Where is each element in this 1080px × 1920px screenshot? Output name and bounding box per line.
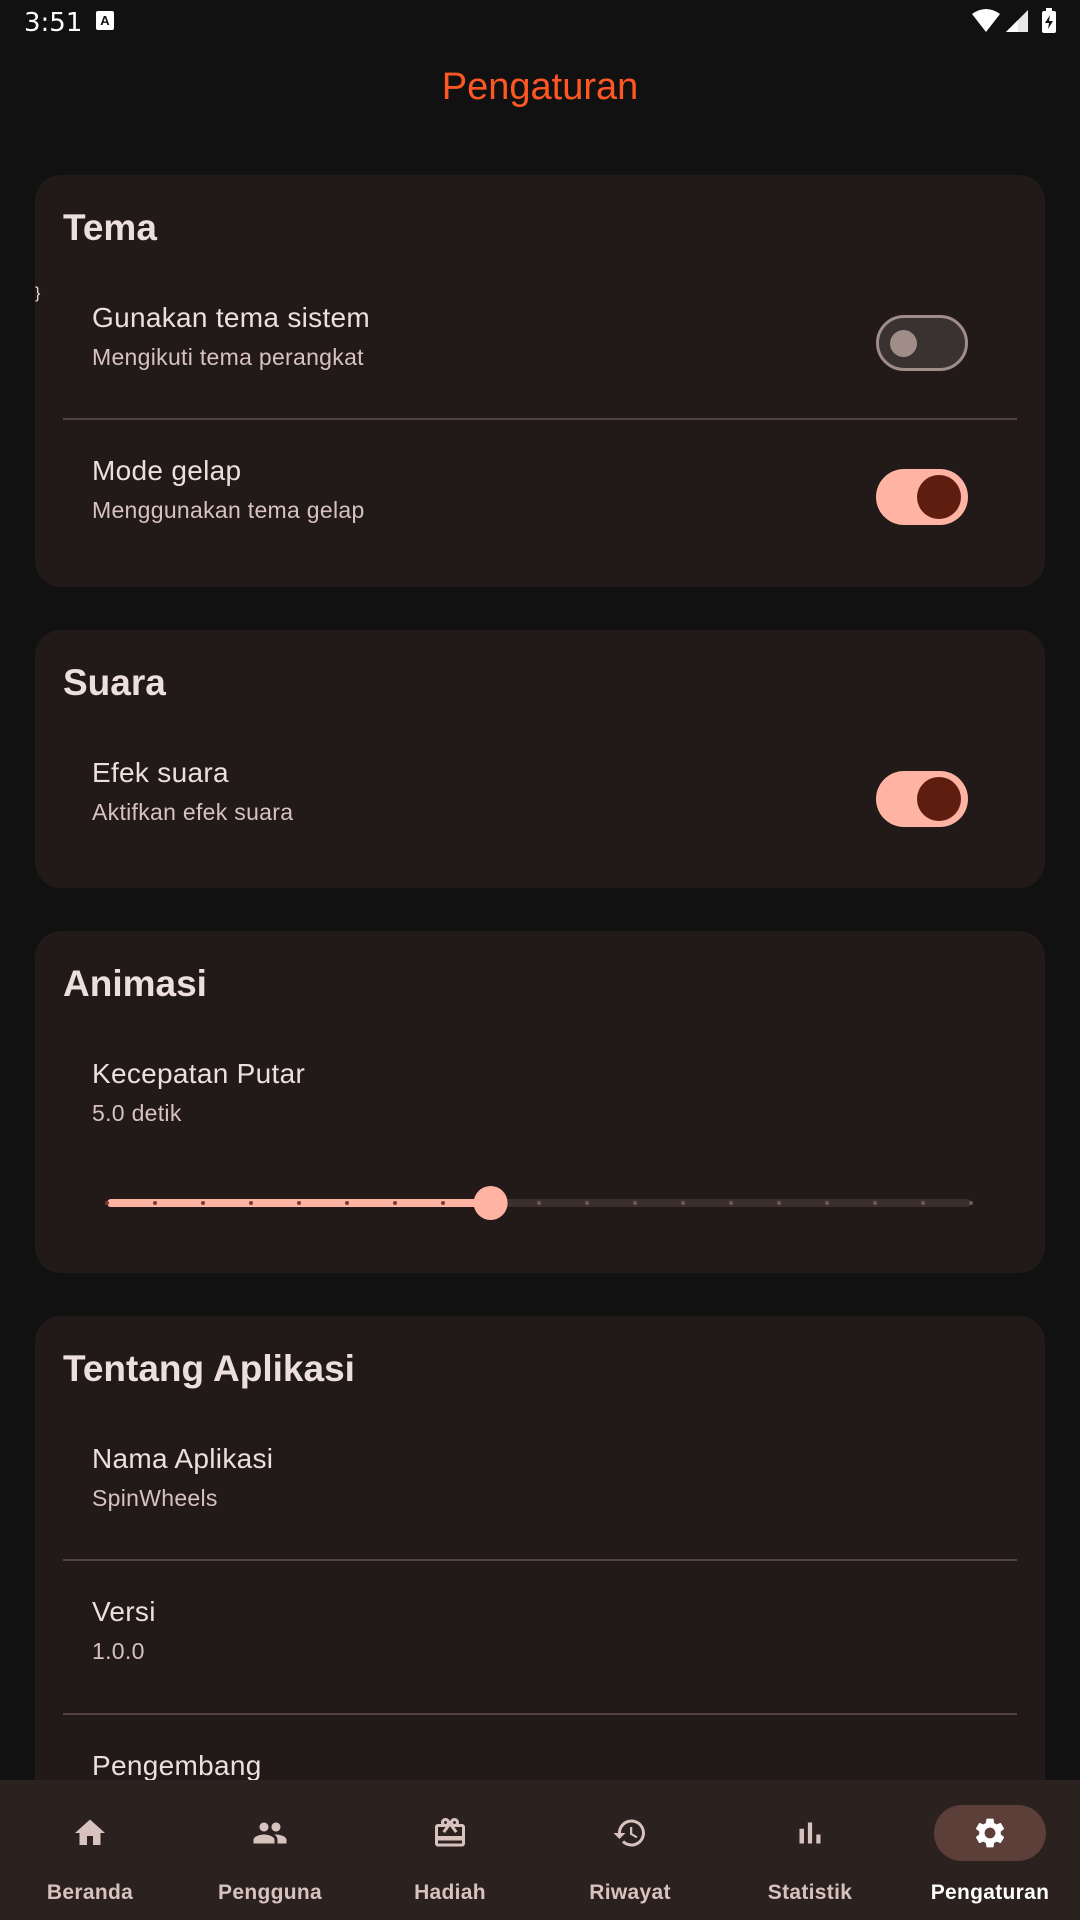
animation-section-title: Animasi (63, 963, 207, 1004)
tile-title: Gunakan tema sistem (92, 302, 371, 333)
tile-subtitle: 5.0 detik (92, 1100, 182, 1126)
sound-effect-tile[interactable]: Efek suara Aktifkan efek suara (35, 740, 1045, 860)
slider-tick (873, 1201, 877, 1205)
history-icon (613, 1819, 645, 1847)
nav-pengguna[interactable]: Pengguna (180, 1780, 360, 1920)
dark-mode-switch[interactable] (876, 469, 968, 525)
divider (63, 1713, 1017, 1715)
app-name-tile: Nama Aplikasi SpinWheels (35, 1426, 1045, 1546)
nav-label: Beranda (46, 1881, 134, 1904)
divider (63, 418, 1017, 420)
theme-section-title: Tema (63, 207, 157, 248)
slider-tick (585, 1201, 589, 1205)
nav-pengaturan[interactable]: Pengaturan (900, 1780, 1080, 1920)
spin-speed-tile: Kecepatan Putar 5.0 detik (35, 1041, 1045, 1151)
switch-knob (917, 475, 961, 519)
tile-title: Nama Aplikasi (92, 1443, 274, 1474)
people-icon (253, 1822, 287, 1844)
sound-card: Suara Efek suara Aktifkan efek suara (35, 630, 1045, 888)
switch-knob (890, 330, 917, 357)
divider (63, 1559, 1017, 1561)
slider-tick (681, 1201, 685, 1205)
tile-subtitle: Aktifkan efek suara (92, 799, 294, 825)
nav-label: Statistik (767, 1881, 853, 1904)
nav-label: Pengaturan (930, 1881, 1050, 1904)
version-tile: Versi 1.0.0 (35, 1579, 1045, 1699)
system-theme-tile[interactable]: Gunakan tema sistem Mengikuti tema peran… (35, 285, 1045, 405)
tile-subtitle: 1.0.0 (92, 1638, 145, 1664)
bar-chart-icon (799, 1822, 821, 1844)
tile-subtitle: SpinWheels (92, 1485, 218, 1511)
status-bar: 3:51 A (0, 0, 1080, 44)
dark-mode-tile[interactable]: Mode gelap Menggunakan tema gelap (35, 438, 1045, 558)
sound-section-title: Suara (63, 662, 166, 703)
bottom-navigation: Beranda Pengguna Hadiah Riwayat Statisti… (0, 1780, 1080, 1920)
gift-icon (435, 1818, 465, 1847)
nav-riwayat[interactable]: Riwayat (540, 1780, 720, 1920)
slider-tick (825, 1201, 829, 1205)
slider-tick (297, 1201, 301, 1205)
system-theme-switch[interactable] (876, 315, 968, 371)
slider-tick (921, 1201, 925, 1205)
tile-title: Pengembang (92, 1750, 262, 1781)
tile-title: Versi (92, 1596, 156, 1627)
sound-effect-switch[interactable] (876, 771, 968, 827)
slider-tick (729, 1201, 733, 1205)
status-time: 3:51 (24, 8, 83, 38)
wifi-icon (972, 9, 1000, 32)
tile-title: Kecepatan Putar (92, 1058, 306, 1089)
home-icon (75, 1819, 105, 1845)
slider-tick (777, 1201, 781, 1205)
about-card: Tentang Aplikasi Nama Aplikasi SpinWheel… (35, 1316, 1045, 1836)
battery-icon (1042, 8, 1056, 33)
animation-card: Animasi Kecepatan Putar 5.0 detik (35, 931, 1045, 1273)
theme-card: Tema Gunakan tema sistem Mengikuti tema … (35, 175, 1045, 587)
tile-title: Efek suara (92, 757, 229, 788)
tile-subtitle: Mengikuti tema perangkat (92, 344, 364, 370)
tile-title: Mode gelap (92, 455, 242, 486)
notification-icon: A (96, 11, 114, 30)
slider-tick (345, 1201, 349, 1205)
status-icons (972, 8, 1056, 33)
slider-tick (201, 1201, 205, 1205)
nav-statistik[interactable]: Statistik (720, 1780, 900, 1920)
slider-tick (633, 1201, 637, 1205)
tile-subtitle: Menggunakan tema gelap (92, 497, 365, 523)
nav-beranda[interactable]: Beranda (0, 1780, 180, 1920)
switch-knob (917, 777, 961, 821)
spin-speed-slider[interactable] (35, 1174, 1045, 1234)
nav-label: Pengguna (218, 1881, 322, 1904)
slider-tick (249, 1201, 253, 1205)
nav-label: Hadiah (414, 1881, 486, 1904)
about-section-title: Tentang Aplikasi (63, 1348, 355, 1389)
nav-hadiah[interactable]: Hadiah (360, 1780, 540, 1920)
settings-icon (975, 1818, 1005, 1848)
slider-tick (153, 1201, 157, 1205)
page-title: Pengaturan (441, 66, 639, 108)
slider-tick (105, 1201, 109, 1205)
nav-label: Riwayat (589, 1881, 671, 1904)
slider-tick (537, 1201, 541, 1205)
slider-thumb[interactable] (473, 1186, 508, 1220)
slider-tick (441, 1201, 445, 1205)
slider-tick (969, 1201, 973, 1205)
slider-tick (393, 1201, 397, 1205)
